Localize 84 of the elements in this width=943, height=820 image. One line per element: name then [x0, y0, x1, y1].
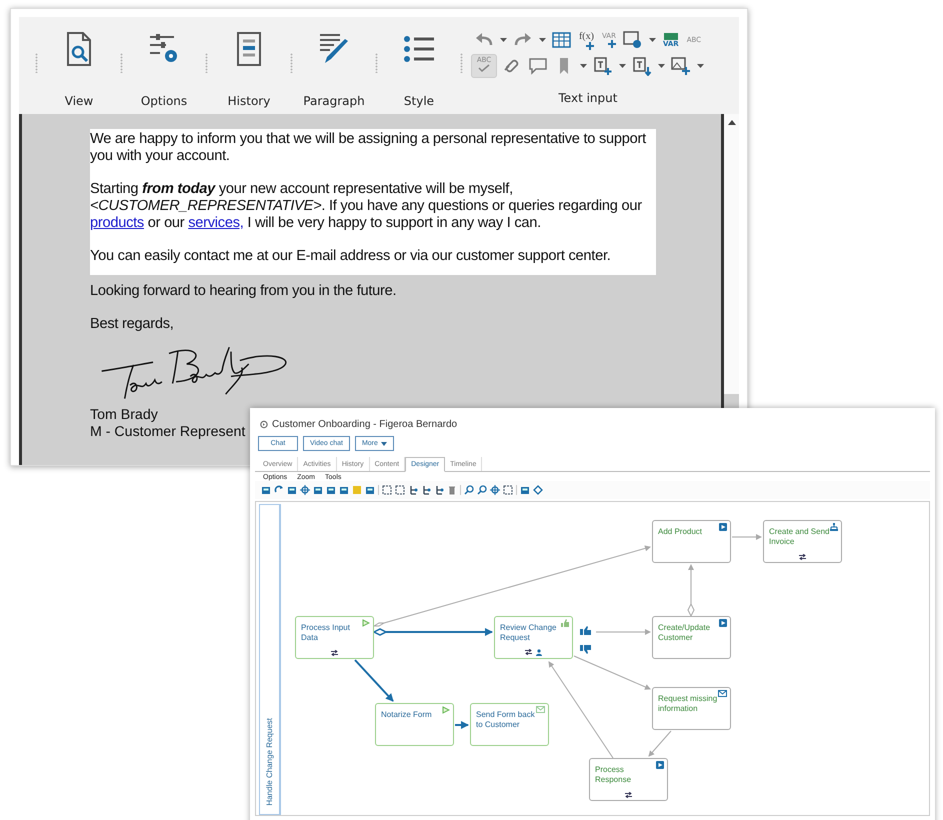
selection-icon[interactable]: [382, 485, 392, 495]
connector-arrow: [687, 564, 695, 618]
paragraph-text: Starting from today your new account representative will be myself, <CUSTOMER_REPRESENTATIVE>. If you have any questions or queries regarding our products or our services, I will be very happy to support in any way I can.: [90, 181, 643, 232]
zoom-in-icon[interactable]: [464, 485, 474, 495]
text-down-icon[interactable]: [631, 56, 653, 76]
play-icon: [719, 619, 727, 627]
node-label: Request missing information: [658, 694, 718, 714]
thumbs-up-icon: [561, 619, 569, 627]
play-icon: [442, 706, 450, 714]
node-label: Create and Send Invoice: [769, 527, 830, 547]
process-node[interactable]: Review Change Request: [494, 616, 573, 659]
move-icon[interactable]: [490, 485, 500, 495]
paragraph-text: You can easily contact me at our E-mail address or via our customer support center.: [90, 248, 612, 265]
node-label: Notarize Form: [381, 710, 433, 720]
history-icon: [259, 420, 268, 428]
connector-arrow: [596, 629, 651, 635]
text-link[interactable]: products: [90, 215, 144, 231]
diamond-icon[interactable]: [533, 485, 543, 495]
grip-handle[interactable]: [35, 53, 38, 73]
thumbs-up-icon[interactable]: [580, 626, 591, 635]
grip-handle[interactable]: [205, 53, 208, 73]
window-title: Customer Onboarding - Figeroa Bernardo: [272, 418, 458, 430]
grip-handle[interactable]: [375, 53, 378, 73]
refresh-icon[interactable]: [274, 485, 284, 495]
caret-icon[interactable]: [648, 37, 657, 43]
grip-handle[interactable]: [120, 53, 123, 73]
target-icon[interactable]: [300, 485, 310, 495]
node-label: Create/Update Customer: [658, 623, 712, 643]
scrollbar[interactable]: [724, 114, 739, 394]
scroll-up-icon[interactable]: [728, 120, 736, 125]
connector-arrow: [732, 534, 762, 540]
swap-arrows-icon: [625, 792, 632, 798]
thumbs-down-icon[interactable]: [580, 645, 591, 654]
table-icon[interactable]: [550, 30, 573, 50]
swap-arrows-icon: [799, 554, 806, 560]
grip-handle[interactable]: [290, 53, 293, 73]
caret-icon[interactable]: [498, 37, 508, 43]
node-label: Process Response: [595, 765, 632, 785]
play-icon: [362, 619, 370, 627]
caret-icon[interactable]: [696, 63, 705, 69]
process-node[interactable]: Create/Update Customer: [652, 616, 731, 659]
node-label: Review Change Request: [500, 623, 558, 643]
play-icon: [719, 523, 727, 531]
connector-arrow: [648, 730, 672, 757]
lane-label: Handle Change Request: [265, 718, 274, 806]
zoom-out-icon[interactable]: [477, 485, 487, 495]
process-node[interactable]: Request missing information: [652, 687, 731, 730]
node-label: Send Form back to Customer: [476, 710, 536, 730]
ribbon-button[interactable]: View: [46, 17, 112, 114]
process-node[interactable]: Send Form back to Customer: [470, 703, 549, 746]
process-node[interactable]: Process Response: [589, 758, 668, 801]
play-icon: [656, 761, 664, 769]
ribbon-button[interactable]: Style: [386, 17, 452, 114]
group-label: Text input: [558, 91, 618, 105]
node-label: Add Product: [658, 527, 704, 537]
caret-icon[interactable]: [538, 37, 547, 43]
caret-icon[interactable]: [618, 63, 627, 69]
grip-handle[interactable]: [460, 53, 463, 73]
paragraph-text: Looking forward to hearing from you in the future.: [90, 283, 398, 300]
caret-icon: [380, 442, 387, 446]
process-node[interactable]: Notarize Form: [375, 703, 454, 746]
paragraph-text: Best regards,: [90, 316, 175, 333]
text-add-icon[interactable]: [592, 56, 614, 76]
ribbon-button[interactable]: History: [216, 17, 282, 114]
signature-text: Tom Brady: [90, 407, 158, 424]
paragraph-text: We are happy to inform you that we will be assigning a personal representative to support you with your account.: [90, 131, 647, 165]
ribbon-button[interactable]: Paragraph: [301, 17, 367, 114]
process-node[interactable]: Create and Send Invoice: [763, 520, 842, 563]
caret-icon[interactable]: [579, 63, 588, 69]
signature-text: M - Customer Represent: [90, 424, 246, 441]
image-add-icon[interactable]: [670, 56, 692, 76]
connector-arrow: [455, 721, 469, 729]
swap-arrows-icon: [524, 649, 532, 655]
swap-arrows-icon: [331, 650, 338, 656]
connector-arrow: [354, 659, 394, 702]
text-link[interactable]: services,: [188, 215, 244, 231]
ribbon-button[interactable]: Options: [131, 17, 197, 114]
node-label: Process Input Data: [301, 623, 351, 643]
process-node[interactable]: Process Input Data: [295, 616, 374, 659]
caret-icon[interactable]: [657, 63, 666, 69]
check-icon: [478, 64, 490, 72]
comment-icon[interactable]: [527, 56, 549, 76]
process-node[interactable]: Add Product: [652, 520, 731, 563]
hierarchy-icon: [830, 523, 838, 531]
